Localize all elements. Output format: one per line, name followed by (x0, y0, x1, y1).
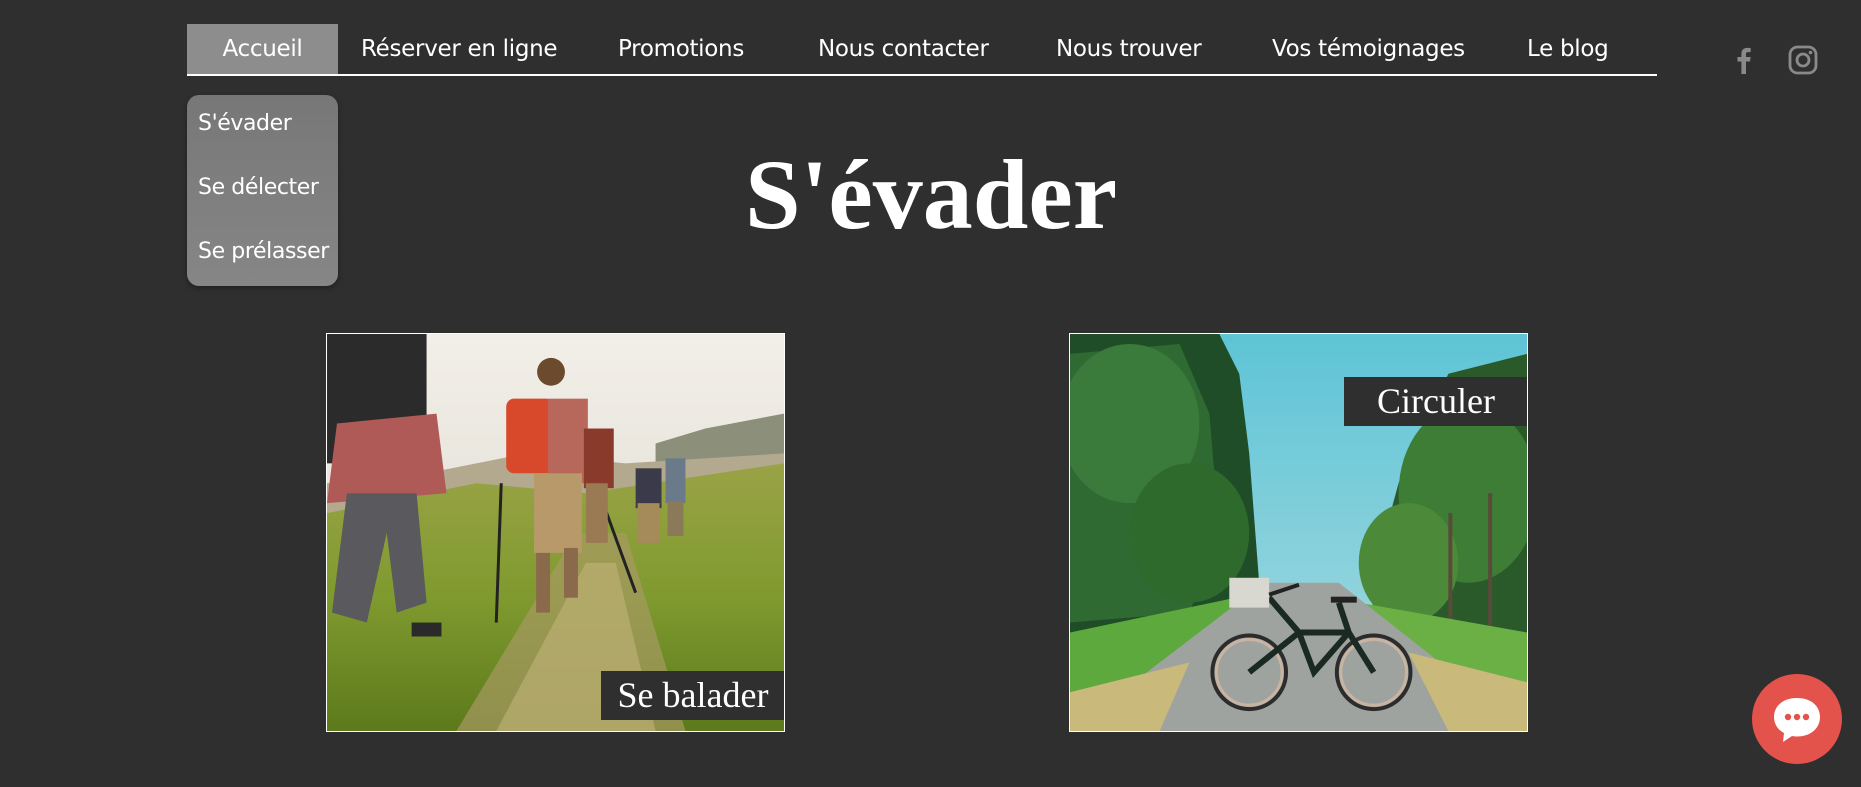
nav-item-trouver[interactable]: Nous trouver (1056, 24, 1202, 74)
card-se-balader[interactable]: Se balader (326, 333, 785, 732)
submenu-item-se-delecter[interactable]: Se délecter (198, 175, 319, 200)
nav-item-blog[interactable]: Le blog (1527, 24, 1609, 74)
nav-item-temoignages[interactable]: Vos témoignages (1272, 24, 1465, 74)
chat-bubble-icon (1774, 698, 1820, 742)
page-title: S'évader (745, 139, 1118, 250)
submenu-item-se-prelasser[interactable]: Se prélasser (198, 239, 329, 264)
card-label-se-balader: Se balader (601, 671, 784, 720)
nav-item-accueil[interactable]: Accueil (187, 24, 338, 74)
main-nav: Accueil Réserver en ligne Promotions Nou… (187, 24, 1657, 76)
instagram-icon[interactable] (1787, 44, 1819, 76)
chat-button[interactable] (1752, 674, 1842, 764)
accueil-dropdown: S'évader Se délecter Se prélasser (187, 95, 338, 286)
submenu-item-sevader[interactable]: S'évader (198, 111, 292, 136)
card-label-circuler: Circuler (1344, 377, 1527, 426)
card-circuler[interactable]: Circuler (1069, 333, 1528, 732)
nav-item-reserver[interactable]: Réserver en ligne (361, 24, 558, 74)
nav-item-contact[interactable]: Nous contacter (818, 24, 989, 74)
facebook-icon[interactable] (1728, 44, 1760, 76)
nav-item-promotions[interactable]: Promotions (618, 24, 744, 74)
